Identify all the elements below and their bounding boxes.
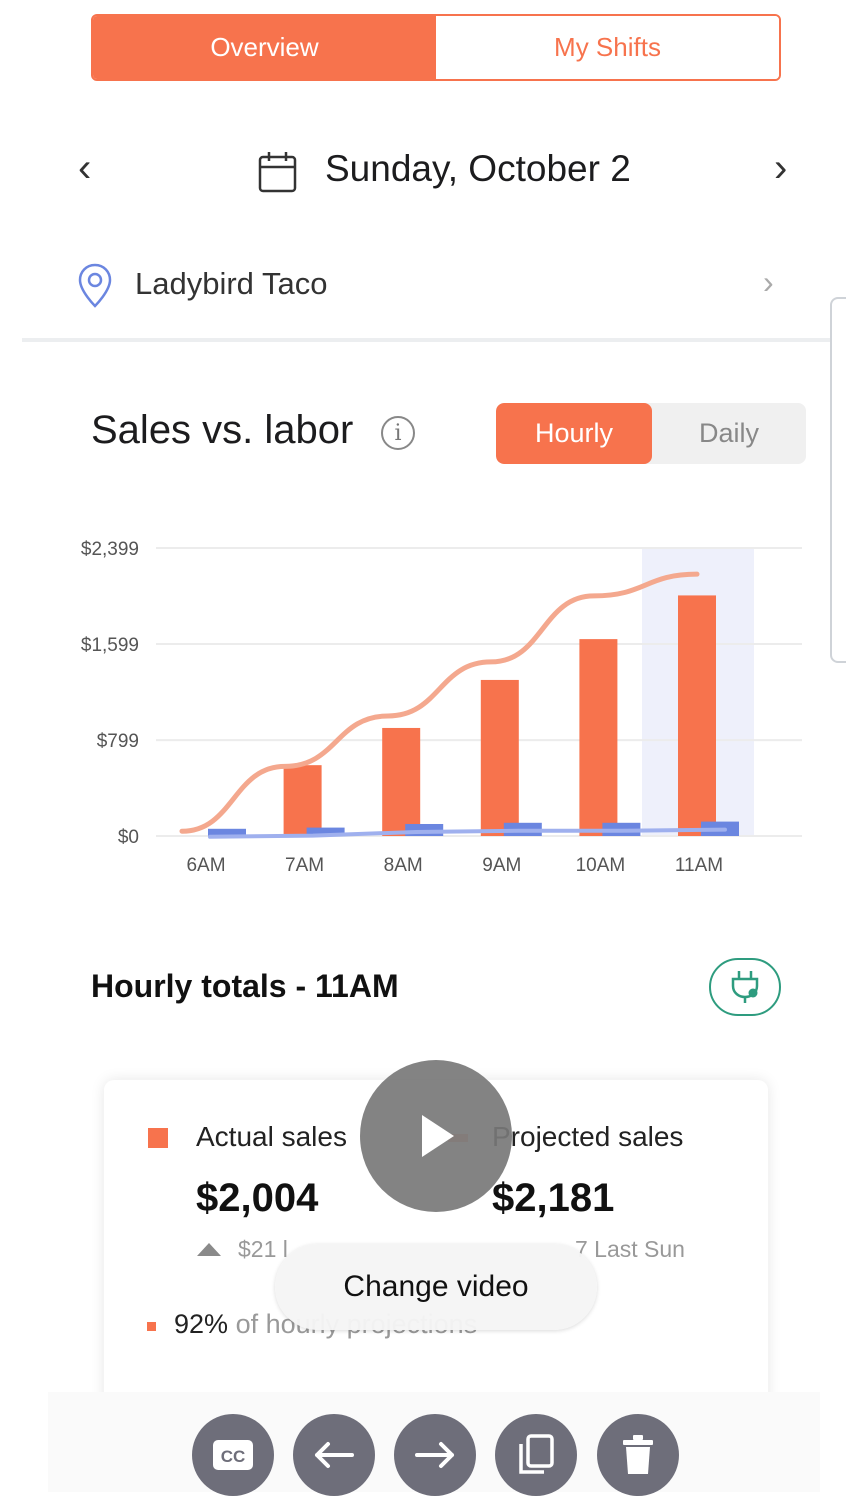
x-tick-label: 8AM [384, 855, 423, 876]
location-chevron-icon[interactable]: › [763, 266, 774, 298]
projection-percentage-value: 92% [174, 1309, 229, 1339]
cc-icon-label: CC [221, 1447, 246, 1466]
delete-button[interactable] [597, 1414, 679, 1496]
y-tick-label: $799 [97, 731, 139, 752]
actual-sales-value: $2,004 [196, 1176, 319, 1220]
projected-sales-value: $2,181 [492, 1176, 615, 1220]
location-name[interactable]: Ladybird Taco [135, 266, 327, 302]
tab-my-shifts[interactable]: My Shifts [436, 16, 779, 79]
prev-day-button[interactable]: ‹ [78, 148, 91, 188]
divider [22, 338, 832, 342]
trend-up-icon [197, 1243, 221, 1256]
calendar-icon [258, 152, 297, 193]
pct-bullet [147, 1322, 156, 1331]
trash-icon [623, 1435, 653, 1474]
next-day-button[interactable]: › [774, 148, 787, 188]
play-icon [422, 1115, 454, 1157]
actual-sales-label: Actual sales [196, 1121, 347, 1152]
y-tick-label: $0 [118, 827, 139, 848]
current-date[interactable]: Sunday, October 2 [325, 148, 631, 190]
sales-bar [480, 679, 519, 836]
x-tick-label: 6AM [186, 855, 225, 876]
sales-labor-chart: $0 $799 $1,599 $2,399 6AM 7AM 8AM 9AM 10AM 11AM [81, 539, 802, 876]
projected-sales-label: Projected sales [492, 1121, 684, 1152]
sales-bar [283, 765, 322, 836]
location-pin-icon [78, 263, 112, 308]
projected-sales-line [179, 571, 700, 834]
sales-bar [678, 595, 716, 836]
toggle-hourly[interactable]: Hourly [496, 403, 652, 464]
x-tick-label: 7AM [285, 855, 324, 876]
tab-overview[interactable]: Overview [93, 16, 436, 79]
play-button[interactable] [360, 1060, 512, 1212]
y-tick-label: $2,399 [81, 539, 139, 560]
plug-icon [731, 971, 759, 1003]
actual-sales-comparison: $21 l [238, 1236, 288, 1262]
copy-button[interactable] [495, 1414, 577, 1496]
hourly-totals-title: Hourly totals - 11AM [91, 968, 399, 1004]
info-icon[interactable]: i [381, 416, 415, 450]
sales-bar [382, 727, 421, 836]
view-tabs: Overview My Shifts [91, 14, 781, 81]
cc-button[interactable]: CC [192, 1414, 274, 1496]
arrow-right-icon [415, 1442, 454, 1468]
projected-sales-comparison: 7 Last Sun [575, 1236, 685, 1262]
x-tick-label: 9AM [482, 855, 521, 876]
back-button[interactable] [293, 1414, 375, 1496]
sales-vs-labor-title: Sales vs. labor [91, 408, 354, 452]
forward-button[interactable] [394, 1414, 476, 1496]
granularity-toggle: Hourly Daily [496, 403, 806, 464]
copy-icon [519, 1434, 554, 1474]
toggle-daily[interactable]: Daily [652, 403, 806, 464]
y-tick-label: $1,599 [81, 635, 139, 656]
x-tick-label: 10AM [576, 855, 626, 876]
arrow-left-icon [315, 1442, 354, 1468]
actual-sales-swatch [148, 1128, 168, 1148]
integration-button[interactable] [709, 958, 781, 1016]
cc-icon: CC [213, 1440, 253, 1470]
x-tick-label: 11AM [675, 855, 723, 876]
sales-bar [579, 639, 618, 836]
change-video-button[interactable]: Change video [275, 1244, 597, 1330]
